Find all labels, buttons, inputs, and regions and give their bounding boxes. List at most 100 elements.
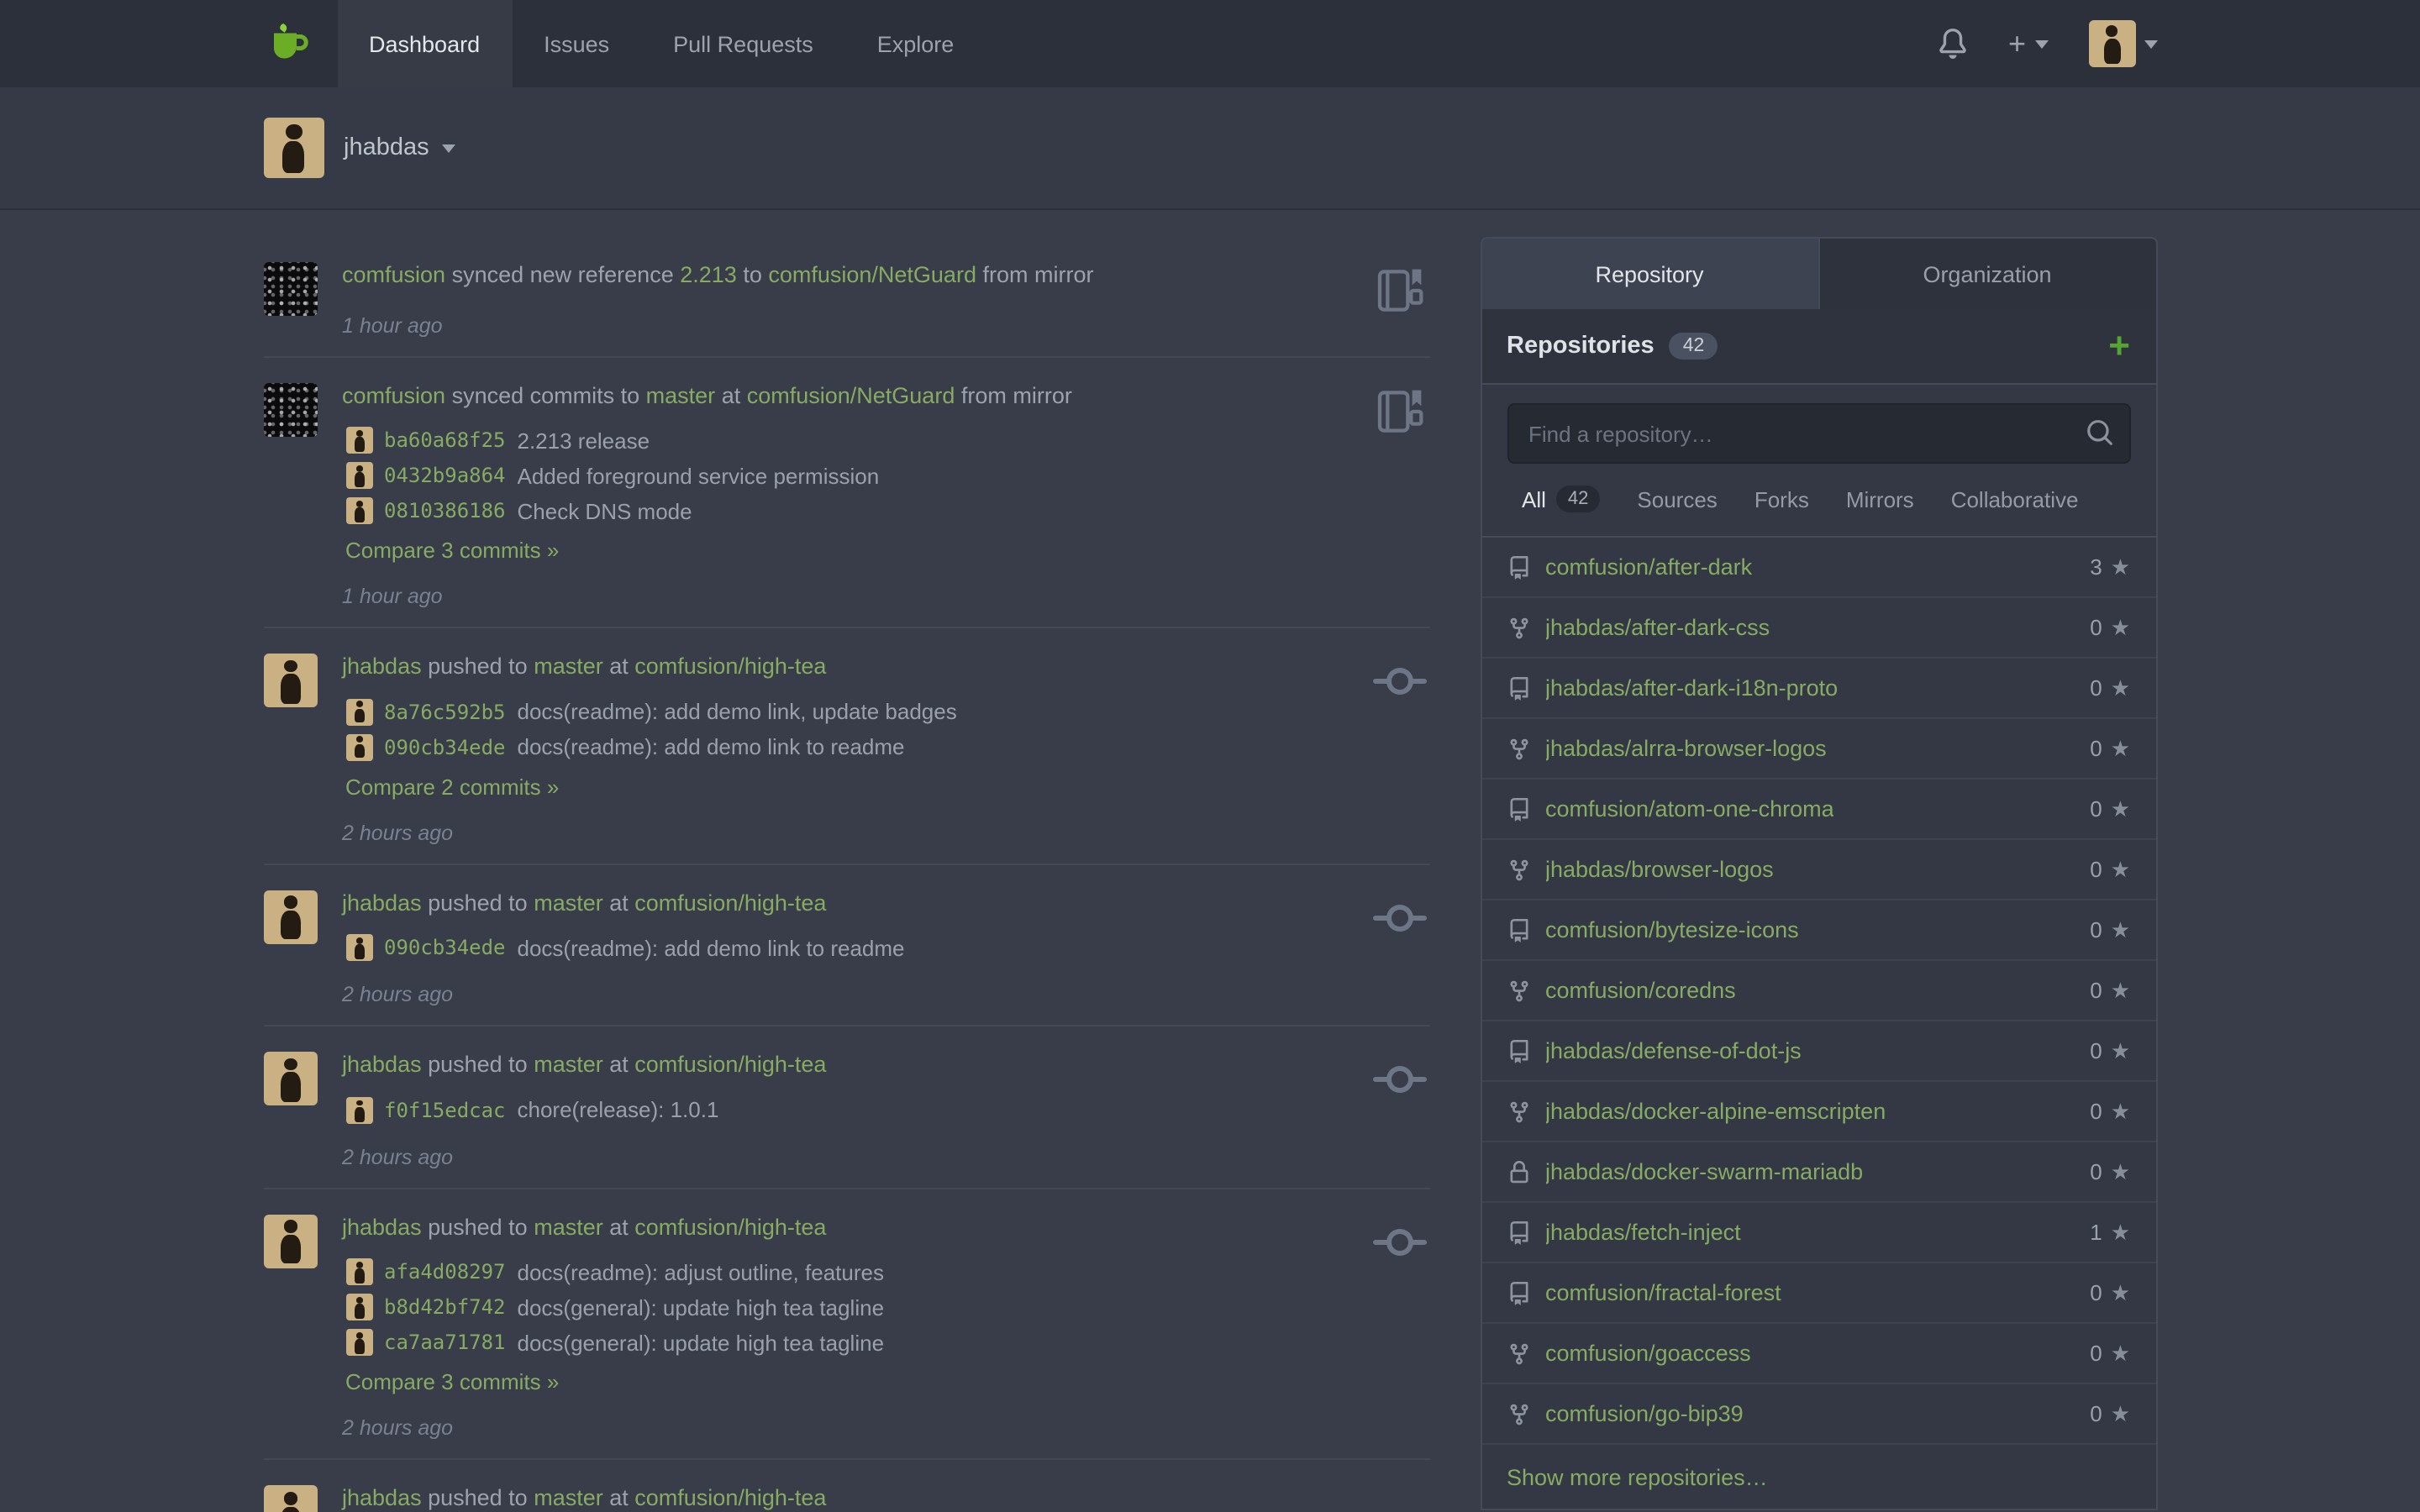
commit-sha-link[interactable]: 090cb34ede: [384, 937, 506, 960]
commit-row: b8d42bf742 docs(general): update high te…: [345, 1294, 1349, 1321]
repo-icon: [1507, 918, 1530, 942]
repo-link[interactable]: comfusion/after-dark: [1545, 554, 1752, 580]
filter-mirrors[interactable]: Mirrors: [1831, 481, 1929, 517]
actor-avatar[interactable]: [263, 654, 317, 707]
ref-link[interactable]: 2.213: [680, 262, 737, 287]
commit-sha-link[interactable]: ba60a68f25: [384, 428, 506, 452]
repo-link[interactable]: comfusion/atom-one-chroma: [1545, 796, 1834, 822]
filter-all[interactable]: All 42: [1507, 480, 1615, 517]
commit-sha-link[interactable]: f0f15edcac: [384, 1099, 506, 1122]
repo-link[interactable]: comfusion/bytesize-icons: [1545, 917, 1799, 942]
actor-link[interactable]: comfusion: [342, 382, 445, 407]
committer-avatar: [345, 497, 372, 524]
star-icon: [2111, 1219, 2130, 1246]
create-new-button[interactable]: +: [2008, 29, 2048, 59]
repo-link[interactable]: comfusion/high-tea: [634, 654, 826, 679]
chevron-down-icon: [2034, 39, 2048, 48]
branch-link[interactable]: master: [646, 382, 716, 407]
actor-link[interactable]: jhabdas: [342, 654, 422, 679]
gitea-logo[interactable]: [263, 0, 337, 87]
compare-commits-link[interactable]: Compare 2 commits »: [345, 774, 559, 799]
repository-search-input[interactable]: [1507, 403, 2130, 464]
compare-commits-link[interactable]: Compare 3 commits »: [345, 1370, 559, 1395]
commit-sha-link[interactable]: 0432b9a864: [384, 464, 506, 487]
repo-link[interactable]: jhabdas/docker-swarm-mariadb: [1545, 1159, 1863, 1184]
commit-sha-link[interactable]: ca7aa71781: [384, 1331, 506, 1355]
show-more-repositories-link[interactable]: Show more repositories…: [1481, 1445, 2155, 1509]
repo-link[interactable]: comfusion/go-bip39: [1545, 1401, 1744, 1426]
feed-item-title: jhabdas pushed to master at comfusion/hi…: [342, 1483, 1349, 1512]
branch-link[interactable]: master: [534, 1486, 603, 1511]
context-avatar: [263, 118, 324, 178]
actor-link[interactable]: comfusion: [342, 262, 445, 287]
repo-link[interactable]: comfusion/coredns: [1545, 978, 1736, 1003]
filter-sources[interactable]: Sources: [1622, 481, 1732, 517]
repo-link[interactable]: comfusion/NetGuard: [768, 262, 976, 287]
commit-row: ca7aa71781 docs(general): update high te…: [345, 1330, 1349, 1357]
repo-stars: 0: [2090, 675, 2130, 701]
actor-avatar[interactable]: [263, 1486, 317, 1512]
actor-avatar[interactable]: [263, 1053, 317, 1106]
filter-forks[interactable]: Forks: [1739, 481, 1824, 517]
star-count: 0: [2090, 675, 2102, 701]
repo-link[interactable]: jhabdas/browser-logos: [1545, 857, 1774, 882]
repo-stars: 0: [2090, 1098, 2130, 1125]
repo-link[interactable]: jhabdas/after-dark-css: [1545, 615, 1770, 640]
repo-stars: 0: [2090, 795, 2130, 822]
commit-row: 0432b9a864 Added foreground service perm…: [345, 462, 1349, 489]
filter-collaborative[interactable]: Collaborative: [1936, 481, 2094, 517]
branch-link[interactable]: master: [534, 654, 603, 679]
actor-avatar[interactable]: [263, 890, 317, 943]
repo-list-item: jhabdas/docker-alpine-emscripten 0: [1481, 1082, 2155, 1142]
repo-link[interactable]: jhabdas/defense-of-dot-js: [1545, 1038, 1802, 1063]
context-switcher[interactable]: jhabdas: [263, 118, 456, 178]
repo-list-item: comfusion/go-bip39 0: [1481, 1384, 2155, 1445]
search-icon[interactable]: [2085, 418, 2113, 452]
git-commit-icon: [1372, 655, 1426, 714]
repo-list-item: jhabdas/browser-logos 0: [1481, 840, 2155, 900]
repo-link[interactable]: comfusion/high-tea: [634, 1215, 826, 1240]
star-count: 0: [2090, 796, 2102, 822]
commit-sha-link[interactable]: b8d42bf742: [384, 1296, 506, 1320]
repo-link[interactable]: comfusion/high-tea: [634, 1486, 826, 1511]
repo-link[interactable]: jhabdas/alrra-browser-logos: [1545, 736, 1827, 761]
repo-link[interactable]: comfusion/NetGuard: [747, 382, 955, 407]
repo-link[interactable]: comfusion/fractal-forest: [1545, 1280, 1781, 1305]
action-text: pushed to: [422, 654, 534, 679]
actor-link[interactable]: jhabdas: [342, 1215, 422, 1240]
commit-list: 8a76c592b5 docs(readme): add demo link, …: [345, 698, 1349, 799]
actor-link[interactable]: jhabdas: [342, 890, 422, 915]
nav-pull-requests[interactable]: Pull Requests: [641, 0, 845, 87]
nav-issues[interactable]: Issues: [512, 0, 641, 87]
actor-link[interactable]: jhabdas: [342, 1486, 422, 1511]
commit-sha-link[interactable]: 0810386186: [384, 499, 506, 522]
actor-avatar[interactable]: [263, 382, 317, 436]
repo-link[interactable]: jhabdas/fetch-inject: [1545, 1220, 1741, 1245]
feed-item: comfusion synced commits to master at co…: [263, 357, 1429, 628]
repo-link[interactable]: comfusion/goaccess: [1545, 1341, 1751, 1366]
actor-avatar[interactable]: [263, 262, 317, 316]
tab-repository[interactable]: Repository: [1480, 237, 1818, 309]
compare-commits-link[interactable]: Compare 3 commits »: [345, 538, 559, 563]
tab-organization[interactable]: Organization: [1818, 237, 2157, 309]
branch-link[interactable]: master: [534, 1053, 603, 1078]
repo-link[interactable]: comfusion/high-tea: [634, 890, 826, 915]
user-menu-button[interactable]: [2088, 20, 2157, 67]
commit-sha-link[interactable]: 8a76c592b5: [384, 700, 506, 723]
commit-message: docs(readme): add demo link to readme: [518, 734, 905, 759]
nav-explore[interactable]: Explore: [845, 0, 986, 87]
commit-sha-link[interactable]: 090cb34ede: [384, 735, 506, 759]
repo-link[interactable]: jhabdas/after-dark-i18n-proto: [1545, 675, 1838, 701]
branch-link[interactable]: master: [534, 1215, 603, 1240]
branch-link[interactable]: master: [534, 890, 603, 915]
add-repository-button[interactable]: +: [2108, 328, 2130, 365]
actor-avatar[interactable]: [263, 1215, 317, 1268]
repo-link[interactable]: jhabdas/docker-alpine-emscripten: [1545, 1099, 1886, 1124]
nav-dashboard[interactable]: Dashboard: [337, 0, 512, 87]
user-avatar: [2088, 20, 2135, 67]
actor-link[interactable]: jhabdas: [342, 1053, 422, 1078]
commit-message: docs(readme): adjust outline, features: [518, 1260, 884, 1285]
commit-sha-link[interactable]: afa4d08297: [384, 1261, 506, 1284]
notifications-button[interactable]: [1938, 29, 1968, 59]
repo-link[interactable]: comfusion/high-tea: [634, 1053, 826, 1078]
